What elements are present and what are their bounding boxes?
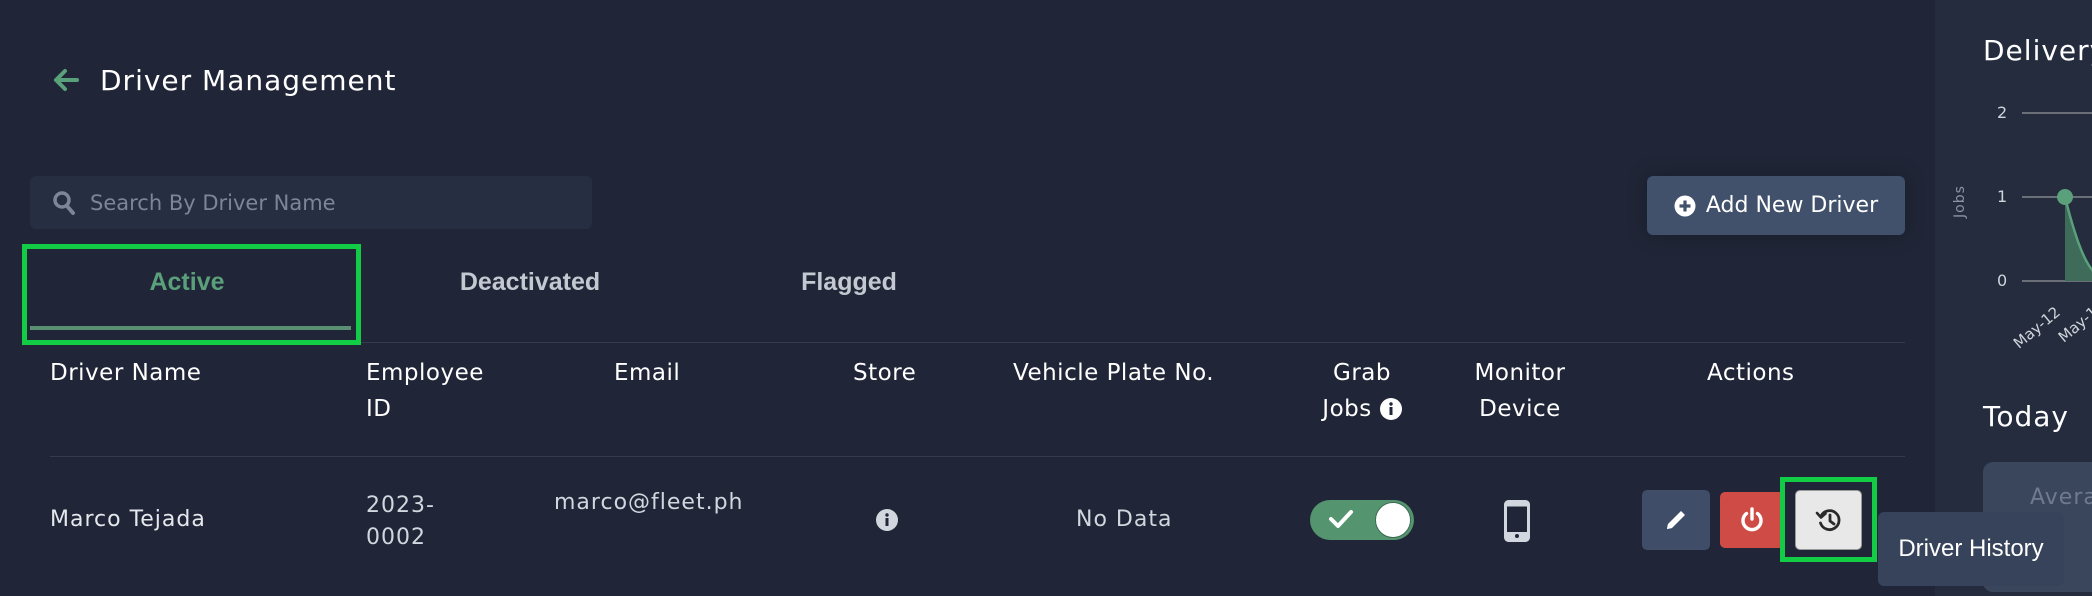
y-tick-label: 2 bbox=[1997, 103, 2008, 122]
deactivate-driver-button[interactable] bbox=[1720, 492, 1784, 548]
driver-history-tooltip: Driver History bbox=[1878, 512, 2064, 586]
y-tick-label: 0 bbox=[1997, 271, 2008, 290]
search-icon bbox=[53, 190, 75, 215]
arrow-left-icon bbox=[54, 69, 79, 91]
add-new-driver-label: Add New Driver bbox=[1705, 193, 1879, 218]
column-header-email: Email bbox=[614, 360, 681, 386]
column-header-grab-jobs: Grab Jobs bbox=[1300, 355, 1424, 427]
search-box[interactable] bbox=[30, 176, 592, 229]
y-axis-label: Jobs bbox=[1952, 185, 1968, 218]
column-header-monitor-device: Monitor Device bbox=[1474, 360, 1566, 422]
store-info-icon[interactable] bbox=[876, 509, 898, 531]
info-icon[interactable] bbox=[1379, 398, 1402, 420]
tab-deactivated[interactable]: Deactivated bbox=[365, 244, 695, 344]
driver-name: Marco Tejada bbox=[50, 507, 206, 532]
email: marco@fleet.ph bbox=[554, 490, 744, 515]
search-input[interactable] bbox=[90, 190, 570, 215]
employee-id: 2023- 0002 bbox=[366, 493, 435, 550]
column-header-driver-name: Driver Name bbox=[50, 360, 202, 386]
back-button[interactable] bbox=[48, 62, 84, 98]
highlight-box-active-tab bbox=[22, 244, 361, 345]
data-point[interactable] bbox=[2057, 189, 2073, 205]
tab-flagged[interactable]: Flagged bbox=[684, 244, 1014, 344]
plus-circle-icon bbox=[1674, 195, 1696, 216]
pencil-icon bbox=[1667, 511, 1685, 529]
column-header-store: Store bbox=[853, 360, 917, 386]
column-header-actions: Actions bbox=[1707, 360, 1795, 386]
tab-divider bbox=[361, 342, 1905, 343]
y-tick-label: 1 bbox=[1997, 187, 2008, 206]
main-panel: Driver Management Add New Driver Active … bbox=[0, 0, 1935, 596]
header-divider bbox=[50, 456, 1905, 457]
vehicle-plate: No Data bbox=[1076, 507, 1173, 532]
tab-deactivated-label: Deactivated bbox=[459, 268, 601, 296]
today-heading: Today bbox=[1983, 400, 2069, 433]
page-title: Driver Management bbox=[100, 64, 397, 97]
column-header-vehicle-plate: Vehicle Plate No. bbox=[1013, 360, 1215, 386]
highlight-box-history-button bbox=[1780, 477, 1877, 562]
mobile-phone-icon[interactable] bbox=[1504, 500, 1530, 542]
power-icon bbox=[1741, 507, 1763, 532]
tab-flagged-label: Flagged bbox=[801, 268, 897, 296]
add-new-driver-button[interactable]: Add New Driver bbox=[1647, 176, 1905, 235]
edit-driver-button[interactable] bbox=[1642, 490, 1710, 550]
grab-jobs-toggle[interactable] bbox=[1310, 500, 1414, 540]
average-label: Avera bbox=[2030, 485, 2092, 510]
check-icon bbox=[1329, 510, 1353, 528]
column-header-employee-id: Employee ID bbox=[366, 360, 484, 422]
toggle-knob bbox=[1375, 502, 1411, 538]
